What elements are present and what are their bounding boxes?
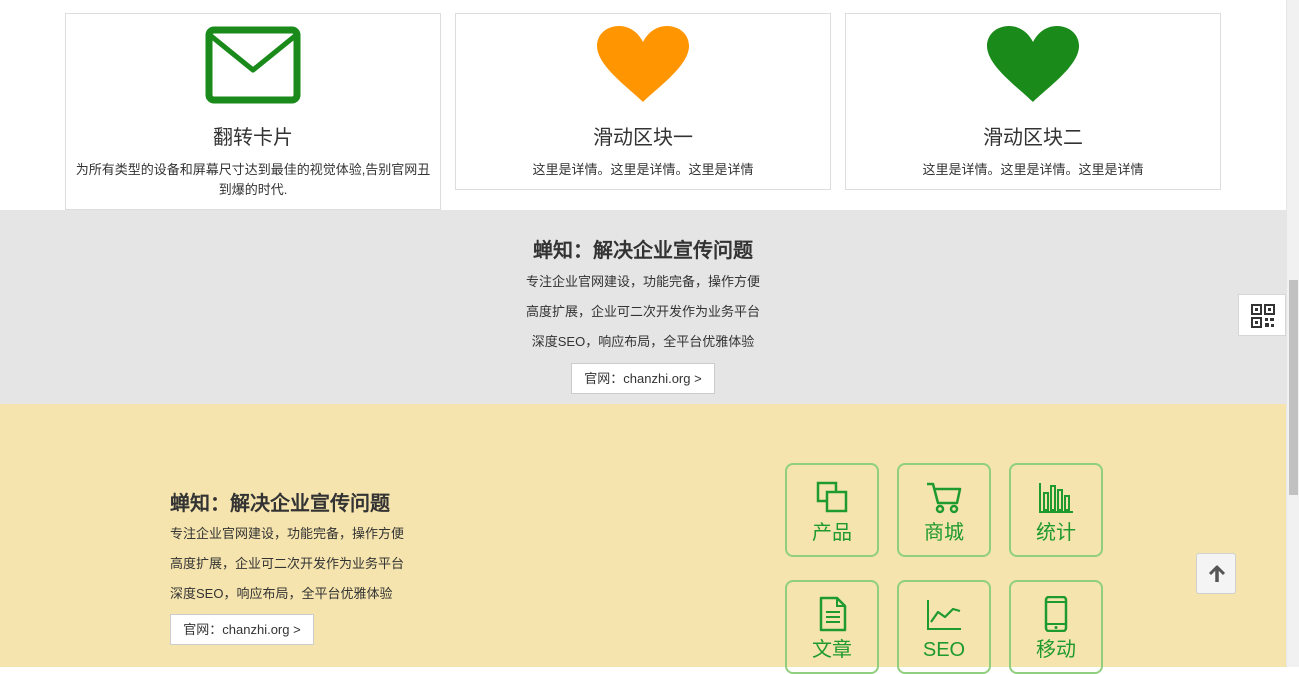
section-line: 深度SEO，响应布局，全平台优雅体验 xyxy=(170,586,393,601)
card-slide-one[interactable]: 滑动区块一 这里是详情。这里是详情。这里是详情 xyxy=(455,13,831,190)
heart-icon xyxy=(595,26,691,104)
mobile-icon xyxy=(1038,596,1074,632)
tile-shop[interactable]: 商城 xyxy=(897,463,991,557)
feature-band: 蝉知：解决企业宣传问题 专注企业官网建设，功能完备，操作方便 高度扩展，企业可二… xyxy=(0,404,1286,674)
tile-label: 商城 xyxy=(924,522,964,544)
product-icon xyxy=(814,479,850,515)
tile-label: 移动 xyxy=(1036,639,1076,661)
card-title: 滑动区块一 xyxy=(593,127,693,149)
section-title: 蝉知：解决企业宣传问题 xyxy=(533,240,753,262)
feature-cards: 翻转卡片 为所有类型的设备和屏幕尺寸达到最佳的视觉体验,告别官网丑到爆的时代. … xyxy=(0,0,1286,210)
bar-chart-icon xyxy=(1038,479,1074,515)
tile-label: 统计 xyxy=(1036,522,1076,544)
card-description: 这里是详情。这里是详情。这里是详情 xyxy=(532,162,754,177)
cart-icon xyxy=(926,479,962,515)
card-slide-two[interactable]: 滑动区块二 这里是详情。这里是详情。这里是详情 xyxy=(845,13,1221,190)
section-line: 专注企业官网建设，功能完备，操作方便 xyxy=(525,274,760,289)
section-line: 专注企业官网建设，功能完备，操作方便 xyxy=(170,526,405,541)
arrow-up-icon xyxy=(1208,565,1226,582)
tile-label: SEO xyxy=(922,639,966,661)
qr-code-icon xyxy=(1251,304,1275,328)
section-title: 蝉知：解决企业宣传问题 xyxy=(170,493,390,515)
line-chart-icon xyxy=(926,596,962,632)
scrollbar-thumb[interactable] xyxy=(1289,280,1298,495)
mail-icon xyxy=(205,26,301,104)
qr-code-button[interactable] xyxy=(1238,294,1286,336)
tile-article[interactable]: 文章 xyxy=(785,580,879,674)
section-line: 高度扩展，企业可二次开发作为业务平台 xyxy=(170,556,405,571)
document-icon xyxy=(814,596,850,632)
tile-label: 产品 xyxy=(812,522,852,544)
card-title: 滑动区块二 xyxy=(983,127,1083,149)
tile-label: 文章 xyxy=(812,639,852,661)
official-site-button[interactable]: 官网：chanzhi.org > xyxy=(571,363,715,394)
tile-seo[interactable]: SEO xyxy=(897,580,991,674)
card-description: 为所有类型的设备和屏幕尺寸达到最佳的视觉体验,告别官网丑到爆的时代. xyxy=(75,162,431,197)
tile-statistics[interactable]: 统计 xyxy=(1009,463,1103,557)
official-site-button[interactable]: 官网：chanzhi.org > xyxy=(170,614,314,645)
card-description: 这里是详情。这里是详情。这里是详情 xyxy=(922,162,1144,177)
back-to-top-button[interactable] xyxy=(1196,553,1236,594)
card-title: 翻转卡片 xyxy=(213,127,293,149)
section-line: 高度扩展，企业可二次开发作为业务平台 xyxy=(525,304,760,319)
card-flip[interactable]: 翻转卡片 为所有类型的设备和屏幕尺寸达到最佳的视觉体验,告别官网丑到爆的时代. xyxy=(65,13,441,210)
heart-icon xyxy=(985,26,1081,104)
tile-product[interactable]: 产品 xyxy=(785,463,879,557)
intro-band: 蝉知：解决企业宣传问题 专注企业官网建设，功能完备，操作方便 高度扩展，企业可二… xyxy=(0,210,1286,404)
vertical-scrollbar[interactable] xyxy=(1286,0,1299,667)
section-line: 深度SEO，响应布局，全平台优雅体验 xyxy=(531,334,755,349)
tile-mobile[interactable]: 移动 xyxy=(1009,580,1103,674)
